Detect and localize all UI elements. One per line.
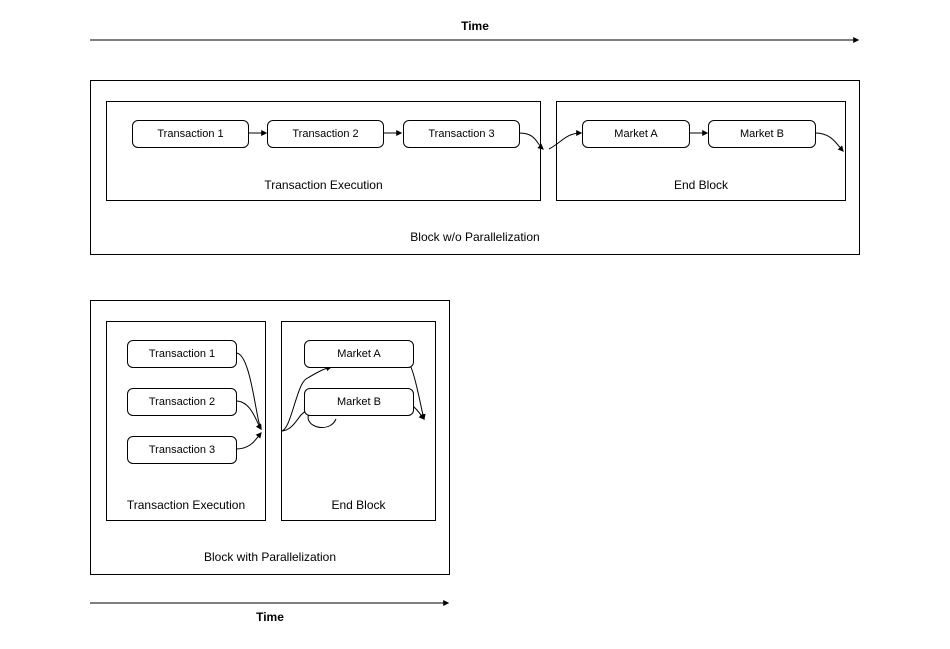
time-label-top: Time [461,19,489,33]
stage-label-endblock-1: End Block [674,178,728,192]
stage-transaction-execution-1: Transaction 1 Transaction 2 Transaction … [106,101,541,201]
stage-end-block-1: Market A Market B End Block [556,101,846,201]
node-label: Transaction 1 [157,128,223,140]
stage-end-block-2: Market A Market B End Block [281,321,436,521]
time-axis-top: Time [90,35,860,55]
stage-label-txexec-2: Transaction Execution [127,498,245,512]
node-label: Transaction 2 [149,396,215,408]
node-label: Market A [337,348,380,360]
stage-label-txexec-1: Transaction Execution [264,178,382,192]
node-transaction-2: Transaction 2 [267,120,384,148]
block-title-1: Block w/o Parallelization [410,230,539,244]
time-axis-bottom: Time [90,598,450,618]
node-market-b-1: Market B [708,120,816,148]
block-without-parallelization: Transaction 1 Transaction 2 Transaction … [90,80,860,255]
node-market-a-1: Market A [582,120,690,148]
node-transaction-3b: Transaction 3 [127,436,237,464]
node-market-b-2: Market B [304,388,414,416]
node-market-a-2: Market A [304,340,414,368]
node-transaction-1: Transaction 1 [132,120,249,148]
node-label: Market B [740,128,784,140]
stage-transaction-execution-2: Transaction 1 Transaction 2 Transaction … [106,321,266,521]
node-label: Market A [614,128,657,140]
stage-label-endblock-2: End Block [331,498,385,512]
block-title-2: Block with Parallelization [204,550,336,564]
node-label: Transaction 2 [292,128,358,140]
node-label: Transaction 3 [428,128,494,140]
node-transaction-2b: Transaction 2 [127,388,237,416]
node-label: Transaction 3 [149,444,215,456]
time-label-bottom: Time [256,610,284,624]
node-label: Market B [337,396,381,408]
node-transaction-1b: Transaction 1 [127,340,237,368]
node-transaction-3: Transaction 3 [403,120,520,148]
node-label: Transaction 1 [149,348,215,360]
block-with-parallelization: Transaction 1 Transaction 2 Transaction … [90,300,450,575]
